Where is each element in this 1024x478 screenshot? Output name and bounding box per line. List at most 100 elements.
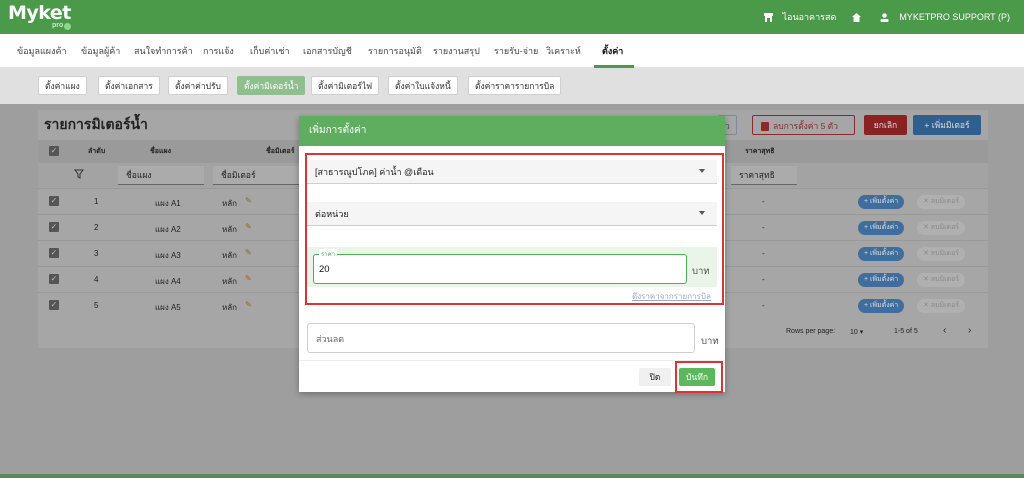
user-label[interactable]: MYKETPRO SUPPORT (P) bbox=[899, 12, 1010, 22]
row-stall: แผง A1 bbox=[155, 199, 181, 208]
menu-item-income[interactable]: รายรับ-จ่าย bbox=[494, 34, 538, 68]
row-no: 2 bbox=[94, 223, 99, 232]
menu-item-vendor[interactable]: ข้อมูลผู้ค้า bbox=[81, 34, 120, 68]
save-button[interactable]: บันทึก bbox=[679, 368, 715, 386]
dialog-footer-divider bbox=[299, 360, 725, 361]
price-unit: บาท bbox=[692, 266, 710, 277]
top-bar: Myket pro ไอนอาคารสด MYKETPRO SUPPORT (P… bbox=[0, 0, 1024, 34]
rows-per-page-value: 10 bbox=[850, 329, 858, 336]
next-page-icon[interactable]: › bbox=[968, 325, 971, 336]
rows-per-page-label: Rows per page: bbox=[786, 328, 836, 335]
row-add-setting-button[interactable]: + เพิ่มตั้งค่า bbox=[858, 273, 905, 287]
subtab-water-meter[interactable]: ตั้งค่ามิเตอร์น้ำ bbox=[237, 76, 306, 95]
row-net: - bbox=[762, 223, 765, 232]
utility-type-select[interactable]: [สาธารณูปโภค] ค่าน้ำ @เดือน bbox=[307, 160, 717, 184]
row-no: 3 bbox=[94, 249, 99, 258]
filter-icon[interactable] bbox=[74, 169, 84, 181]
home-icon[interactable] bbox=[851, 12, 862, 23]
logo[interactable]: Myket pro bbox=[8, 2, 71, 31]
menu-item-stall[interactable]: ข้อมูลแผงค้า bbox=[17, 34, 67, 68]
row-stall: แผง A3 bbox=[155, 251, 181, 260]
add-meter-button[interactable]: + เพิ่มมิเตอร์ bbox=[913, 115, 981, 135]
prev-page-icon[interactable]: ‹ bbox=[943, 325, 946, 336]
price-input[interactable] bbox=[313, 254, 687, 284]
row-stall: แผง A2 bbox=[155, 225, 181, 234]
subtab-fine[interactable]: ตั้งค่าค่าปรับ bbox=[168, 76, 228, 95]
subtab-document[interactable]: ตั้งค่าเอกสาร bbox=[98, 76, 160, 95]
cancel-button[interactable]: ยกเลิก bbox=[864, 115, 907, 135]
menu-item-settings[interactable]: ตั้งค่า bbox=[602, 34, 623, 68]
rows-per-page-select[interactable]: 10 ▾ bbox=[850, 328, 863, 336]
edit-icon[interactable]: ✎ bbox=[245, 248, 252, 257]
row-stall: แผง A5 bbox=[155, 303, 181, 312]
menu-item-approval[interactable]: รายการอนุมัติ bbox=[368, 34, 422, 68]
filter-meter-input[interactable]: ชื่อมิเตอร์ bbox=[213, 166, 299, 185]
row-net: - bbox=[762, 275, 765, 284]
row-no: 1 bbox=[94, 197, 99, 206]
menu-item-analysis[interactable]: วิเคราะห์ bbox=[546, 34, 581, 68]
bottom-bar bbox=[0, 474, 1024, 478]
top-right: ไอนอาคารสด MYKETPRO SUPPORT (P) bbox=[763, 0, 1010, 34]
settings-subtabs: ตั้งค่าแผง ตั้งค่าเอกสาร ตั้งค่าค่าปรับ … bbox=[0, 68, 1024, 104]
row-no: 5 bbox=[94, 301, 99, 310]
subtab-bill-price[interactable]: ตั้งค่าราคารายการบิล bbox=[468, 76, 562, 95]
discount-input[interactable]: ส่วนลด bbox=[307, 323, 695, 353]
delete-settings-button[interactable]: ลบการตั้งค่า 5 ตัว bbox=[752, 115, 855, 135]
row-checkbox[interactable]: ✓ bbox=[49, 222, 59, 232]
row-delete-meter-button[interactable]: ✕ ลบมิเตอร์ bbox=[917, 195, 966, 209]
user-icon[interactable] bbox=[879, 12, 890, 23]
pagination-range: 1-5 of 5 bbox=[894, 328, 918, 335]
dialog-title: เพิ่มการตั้งค่า bbox=[299, 116, 725, 146]
delete-settings-label: ลบการตั้งค่า 5 ตัว bbox=[773, 121, 838, 131]
menu-item-rent[interactable]: เก็บค่าเช่า bbox=[250, 34, 290, 68]
pull-price-from-bill-link[interactable]: ดึงราคาจากรายการบิล bbox=[632, 290, 711, 303]
menu-item-interest[interactable]: สนใจทำการค้า bbox=[134, 34, 193, 68]
close-button[interactable]: ปิด bbox=[639, 368, 671, 386]
edit-icon[interactable]: ✎ bbox=[245, 300, 252, 309]
row-stall: แผง A4 bbox=[155, 277, 181, 286]
select-all-checkbox[interactable]: ✓ bbox=[49, 146, 59, 156]
subtab-stall[interactable]: ตั้งค่าแผง bbox=[38, 76, 87, 95]
row-delete-meter-button[interactable]: ✕ ลบมิเตอร์ bbox=[917, 299, 966, 313]
filter-stall-input[interactable]: ชื่อแผง bbox=[118, 166, 204, 185]
add-setting-dialog: เพิ่มการตั้งค่า [สาธารณูปโภค] ค่าน้ำ @เด… bbox=[299, 116, 725, 392]
th-stall: ชื่อแผง bbox=[150, 148, 171, 155]
row-meter: หลัก bbox=[222, 225, 238, 234]
charge-mode-select[interactable]: ต่อหน่วย bbox=[307, 202, 717, 226]
row-meter: หลัก bbox=[222, 251, 238, 260]
chevron-down-icon bbox=[699, 169, 705, 173]
filter-net-input[interactable]: ราคาสุทธิ bbox=[731, 166, 797, 185]
row-checkbox[interactable]: ✓ bbox=[49, 274, 59, 284]
main-menu: ข้อมูลแผงค้า ข้อมูลผู้ค้า สนใจทำการค้า ก… bbox=[0, 34, 1024, 68]
store-label[interactable]: ไอนอาคารสด bbox=[783, 10, 837, 24]
row-add-setting-button[interactable]: + เพิ่มตั้งค่า bbox=[858, 221, 905, 235]
row-net: - bbox=[762, 301, 765, 310]
charge-mode-value: ต่อหน่วย bbox=[315, 209, 349, 219]
row-delete-meter-button[interactable]: ✕ ลบมิเตอร์ bbox=[917, 247, 966, 261]
price-label: ราคา bbox=[319, 249, 337, 259]
row-add-setting-button[interactable]: + เพิ่มตั้งค่า bbox=[858, 195, 905, 209]
menu-item-accounting[interactable]: เอกสารบัญชี bbox=[303, 34, 352, 68]
edit-icon[interactable]: ✎ bbox=[245, 196, 252, 205]
row-checkbox[interactable]: ✓ bbox=[49, 300, 59, 310]
subtab-invoice[interactable]: ตั้งค่าใบแจ้งหนี้ bbox=[388, 76, 458, 95]
menu-item-notify[interactable]: การแจ้ง bbox=[203, 34, 234, 68]
subtab-electric-meter[interactable]: ตั้งค่ามิเตอร์ไฟ bbox=[311, 76, 380, 95]
trash-icon bbox=[761, 122, 769, 132]
row-delete-meter-button[interactable]: ✕ ลบมิเตอร์ bbox=[917, 221, 966, 235]
utility-type-value: [สาธารณูปโภค] ค่าน้ำ @เดือน bbox=[315, 167, 434, 177]
row-add-setting-button[interactable]: + เพิ่มตั้งค่า bbox=[858, 247, 905, 261]
edit-icon[interactable]: ✎ bbox=[245, 274, 252, 283]
row-checkbox[interactable]: ✓ bbox=[49, 248, 59, 258]
row-add-setting-button[interactable]: + เพิ่มตั้งค่า bbox=[858, 299, 905, 313]
row-delete-meter-button[interactable]: ✕ ลบมิเตอร์ bbox=[917, 273, 966, 287]
logo-sub: pro bbox=[52, 22, 64, 29]
logo-text: Myket bbox=[8, 2, 71, 24]
edit-icon[interactable]: ✎ bbox=[245, 222, 252, 231]
row-net: - bbox=[762, 249, 765, 258]
th-meter: ชื่อมิเตอร์ bbox=[266, 148, 295, 155]
discount-placeholder: ส่วนลด bbox=[316, 334, 345, 344]
store-icon[interactable] bbox=[763, 12, 774, 23]
menu-item-report[interactable]: รายงานสรุป bbox=[433, 34, 480, 68]
row-checkbox[interactable]: ✓ bbox=[49, 196, 59, 206]
